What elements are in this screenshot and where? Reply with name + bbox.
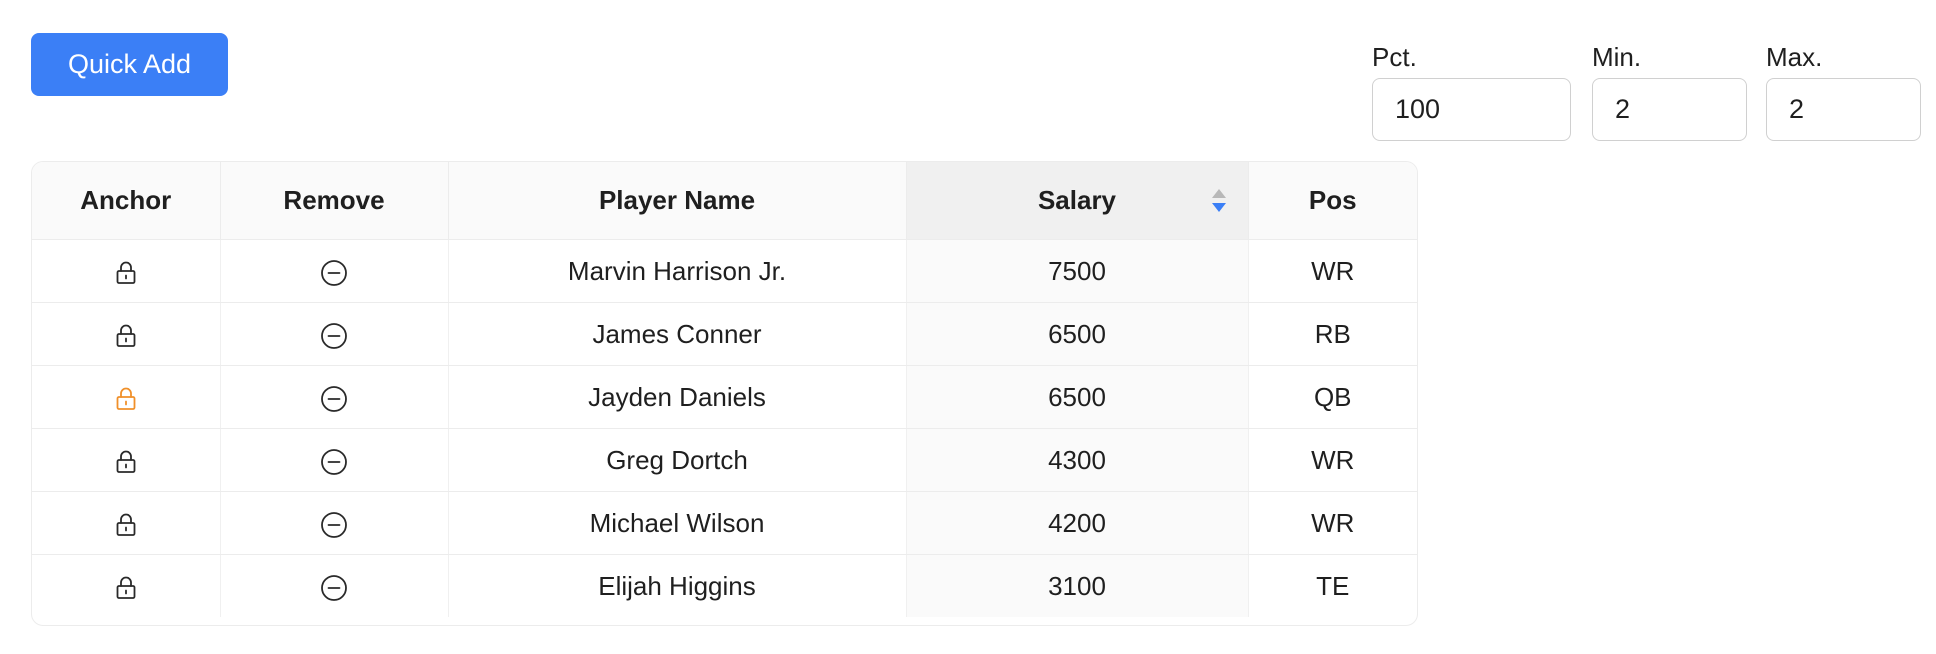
pos-cell: WR	[1248, 239, 1417, 303]
minus-circle-icon[interactable]	[320, 448, 348, 476]
min-input[interactable]	[1592, 78, 1747, 141]
lock-icon[interactable]	[115, 576, 137, 600]
max-input[interactable]	[1766, 78, 1921, 141]
minus-circle-icon[interactable]	[320, 259, 348, 287]
player-name-cell: Jayden Daniels	[448, 365, 907, 429]
pct-field: Pct.	[1372, 40, 1571, 141]
anchor-cell	[32, 239, 221, 303]
max-field: Max.	[1766, 40, 1921, 141]
max-label: Max.	[1766, 42, 1823, 72]
player-name-cell: Elijah Higgins	[448, 554, 907, 617]
pct-input[interactable]	[1372, 78, 1571, 141]
anchor-cell	[32, 365, 221, 429]
remove-cell	[220, 554, 449, 617]
minus-circle-icon[interactable]	[320, 574, 348, 602]
sort-icon[interactable]	[1210, 187, 1228, 215]
player-name-cell: Greg Dortch	[448, 428, 907, 492]
lock-icon[interactable]	[115, 450, 137, 474]
salary-header-label: Salary	[1037, 185, 1117, 215]
minus-circle-icon[interactable]	[320, 385, 348, 413]
table-body: Marvin Harrison Jr. 7500 WR James Conner 650…	[32, 239, 1417, 617]
salary-cell: 3100	[906, 554, 1249, 617]
remove-cell	[220, 428, 449, 492]
column-header-anchor: Anchor	[32, 162, 221, 240]
lock-icon[interactable]	[115, 261, 137, 285]
pos-cell: WR	[1248, 428, 1417, 492]
anchor-cell	[32, 428, 221, 492]
minus-circle-icon[interactable]	[320, 511, 348, 539]
anchor-cell	[32, 302, 221, 366]
remove-cell	[220, 491, 449, 555]
pct-label: Pct.	[1372, 42, 1417, 72]
lock-icon[interactable]	[115, 387, 137, 411]
min-label: Min.	[1592, 42, 1642, 72]
column-header-player-name[interactable]: Player Name	[448, 162, 907, 240]
table-row: Greg Dortch 4300 WR	[32, 428, 1417, 492]
column-header-salary[interactable]: Salary	[906, 162, 1249, 240]
table-row: Elijah Higgins 3100 TE	[32, 554, 1417, 617]
remove-cell	[220, 302, 449, 366]
column-header-remove: Remove	[220, 162, 449, 240]
pos-cell: TE	[1316, 570, 1350, 601]
salary-cell: 7500	[906, 239, 1249, 303]
player-name-cell: James Conner	[448, 302, 907, 366]
salary-cell: 4200	[906, 491, 1249, 555]
min-field: Min.	[1592, 40, 1747, 141]
player-table: Anchor Remove Player Name Salary Pos Mar…	[31, 161, 1418, 626]
player-name-cell: Marvin Harrison Jr.	[448, 239, 907, 303]
player-name-cell: Michael Wilson	[448, 491, 907, 555]
pos-cell: RB	[1248, 302, 1417, 366]
pos-cell: WR	[1248, 491, 1417, 555]
pos-cell: QB	[1248, 365, 1417, 429]
table-row: James Conner 6500 RB	[32, 302, 1417, 366]
lock-icon[interactable]	[115, 513, 137, 537]
minus-circle-icon[interactable]	[320, 322, 348, 350]
anchor-cell	[32, 554, 221, 617]
table-row: Jayden Daniels 6500 QB	[32, 365, 1417, 429]
table-row: Marvin Harrison Jr. 7500 WR	[32, 239, 1417, 303]
anchor-cell	[32, 491, 221, 555]
remove-cell	[220, 239, 449, 303]
column-header-pos[interactable]: Pos	[1248, 162, 1417, 240]
salary-cell: 6500	[906, 302, 1249, 366]
lock-icon[interactable]	[115, 324, 137, 348]
remove-cell	[220, 365, 449, 429]
salary-cell: 6500	[906, 365, 1249, 429]
table-row: Michael Wilson 4200 WR	[32, 491, 1417, 555]
quick-add-button[interactable]: Quick Add	[31, 33, 228, 96]
table-header-row: Anchor Remove Player Name Salary Pos	[32, 162, 1417, 240]
salary-cell: 4300	[906, 428, 1249, 492]
